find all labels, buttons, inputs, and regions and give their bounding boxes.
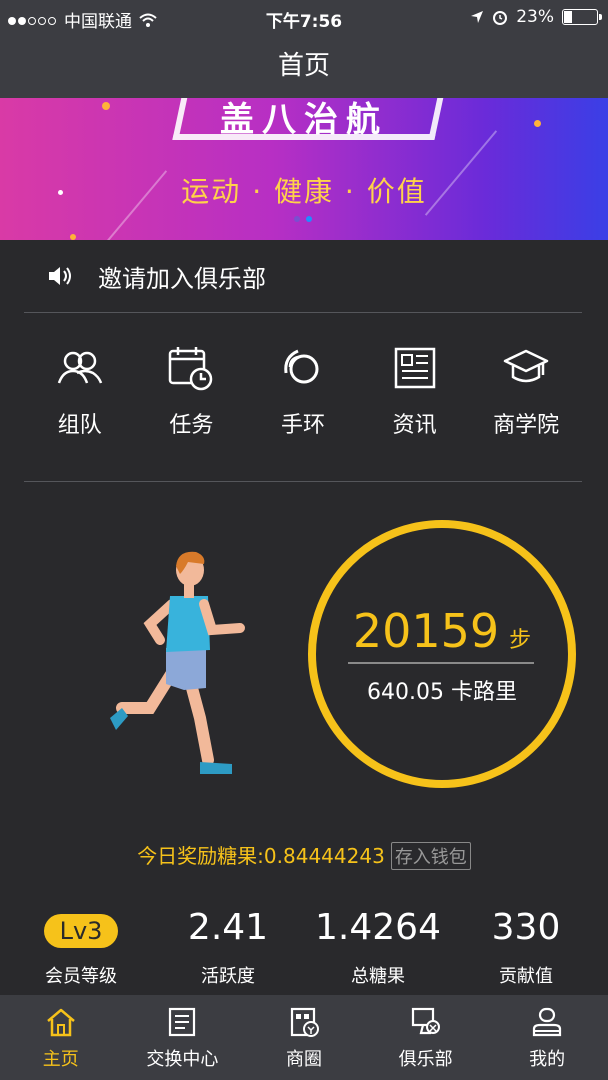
page-title: 首页 [277,51,330,81]
step-unit: 步 [509,628,532,653]
stat-value: 2.41 [187,907,269,948]
save-to-wallet-button[interactable]: 存入钱包 [390,842,471,870]
menu-label: 组队 [57,413,102,438]
banner-title: 盖八治航 [220,100,388,140]
banner-page-dot-active[interactable] [306,216,312,222]
ring-divider [348,662,534,664]
reward-text: 今日奖励糖果:0.84444243 [137,844,385,868]
stat-value: 1.4264 [315,907,441,948]
nav-bar: 首页 [0,34,608,98]
stats-row: Lv3 会员等级 2.41 活跃度 1.4264 总糖果 330 贡献值 [0,904,608,994]
stat-label: 总糖果 [351,966,405,987]
home-icon [46,1008,75,1037]
team-icon [57,351,102,384]
stat-contribution: 330 贡献值 [456,904,596,988]
banner-subtitle: 运动 · 健康 · 价值 [181,175,427,208]
menu-item-business-school[interactable]: 商学院 [470,313,582,481]
runner-illustration [110,551,245,774]
news-icon [394,347,435,389]
tab-label: 俱乐部 [398,1049,453,1070]
banner-page-dot[interactable] [294,216,300,222]
bottom-tab-bar: 主页 交换中心 商圈 俱乐部 我的 [0,995,608,1080]
level-badge: Lv3 [43,914,119,948]
battery-percent: 23% [516,7,554,27]
tab-exchange[interactable]: 交换中心 [122,995,244,1080]
speaker-icon [49,267,71,285]
status-bar: 中国联通 下午7:56 23% [0,0,608,34]
calories: 640.05 卡路里 [367,680,517,705]
status-right: 23% [470,7,602,27]
tab-profile[interactable]: 我的 [486,995,608,1080]
feature-menu: 组队 任务 手环 资讯 商学院 [24,313,582,482]
stat-level: Lv3 会员等级 [11,904,151,988]
tab-label: 我的 [529,1049,566,1070]
wristband-icon [284,349,319,384]
step-count: 20159 步 [308,604,576,658]
promo-banner[interactable]: 盖八治航 运动 · 健康 · 价值 [0,98,608,240]
club-invite-notice[interactable]: 邀请加入俱乐部 [24,240,582,313]
club-icon [411,1007,440,1035]
menu-label: 手环 [280,413,325,438]
alarm-icon [493,11,508,25]
stat-activity: 2.41 活跃度 [158,904,298,988]
banner-spark [534,120,541,127]
banner-spark [102,102,110,110]
tab-home[interactable]: 主页 [0,995,122,1080]
stat-label: 贡献值 [499,966,553,987]
tab-label: 交换中心 [146,1049,219,1070]
battery-icon [562,9,602,25]
banner-pager[interactable] [294,216,312,222]
exchange-icon [169,1007,196,1037]
shop-icon [290,1007,319,1037]
menu-item-team[interactable]: 组队 [24,313,136,481]
menu-item-task[interactable]: 任务 [136,313,248,481]
tab-label: 主页 [42,1049,79,1070]
menu-label: 商学院 [493,413,560,438]
stat-candy: 1.4264 总糖果 [308,904,448,988]
step-count-value: 20159 [352,604,500,658]
reward-row: 今日奖励糖果:0.84444243 存入钱包 [0,840,608,870]
menu-item-news[interactable]: 资讯 [359,313,471,481]
stat-label: 会员等级 [45,966,117,987]
menu-label: 资讯 [392,413,437,438]
menu-label: 任务 [169,413,214,438]
graduation-cap-icon [503,349,549,383]
location-arrow-icon [471,11,484,23]
tab-label: 商圈 [285,1049,322,1070]
stat-label: 活跃度 [201,966,255,987]
tab-shop[interactable]: 商圈 [243,995,365,1080]
notice-text: 邀请加入俱乐部 [98,264,266,293]
tab-club[interactable]: 俱乐部 [365,995,487,1080]
stat-value: 330 [491,907,561,948]
menu-item-wristband[interactable]: 手环 [247,313,359,481]
task-calendar-icon [169,347,213,391]
profile-icon [533,1007,562,1037]
